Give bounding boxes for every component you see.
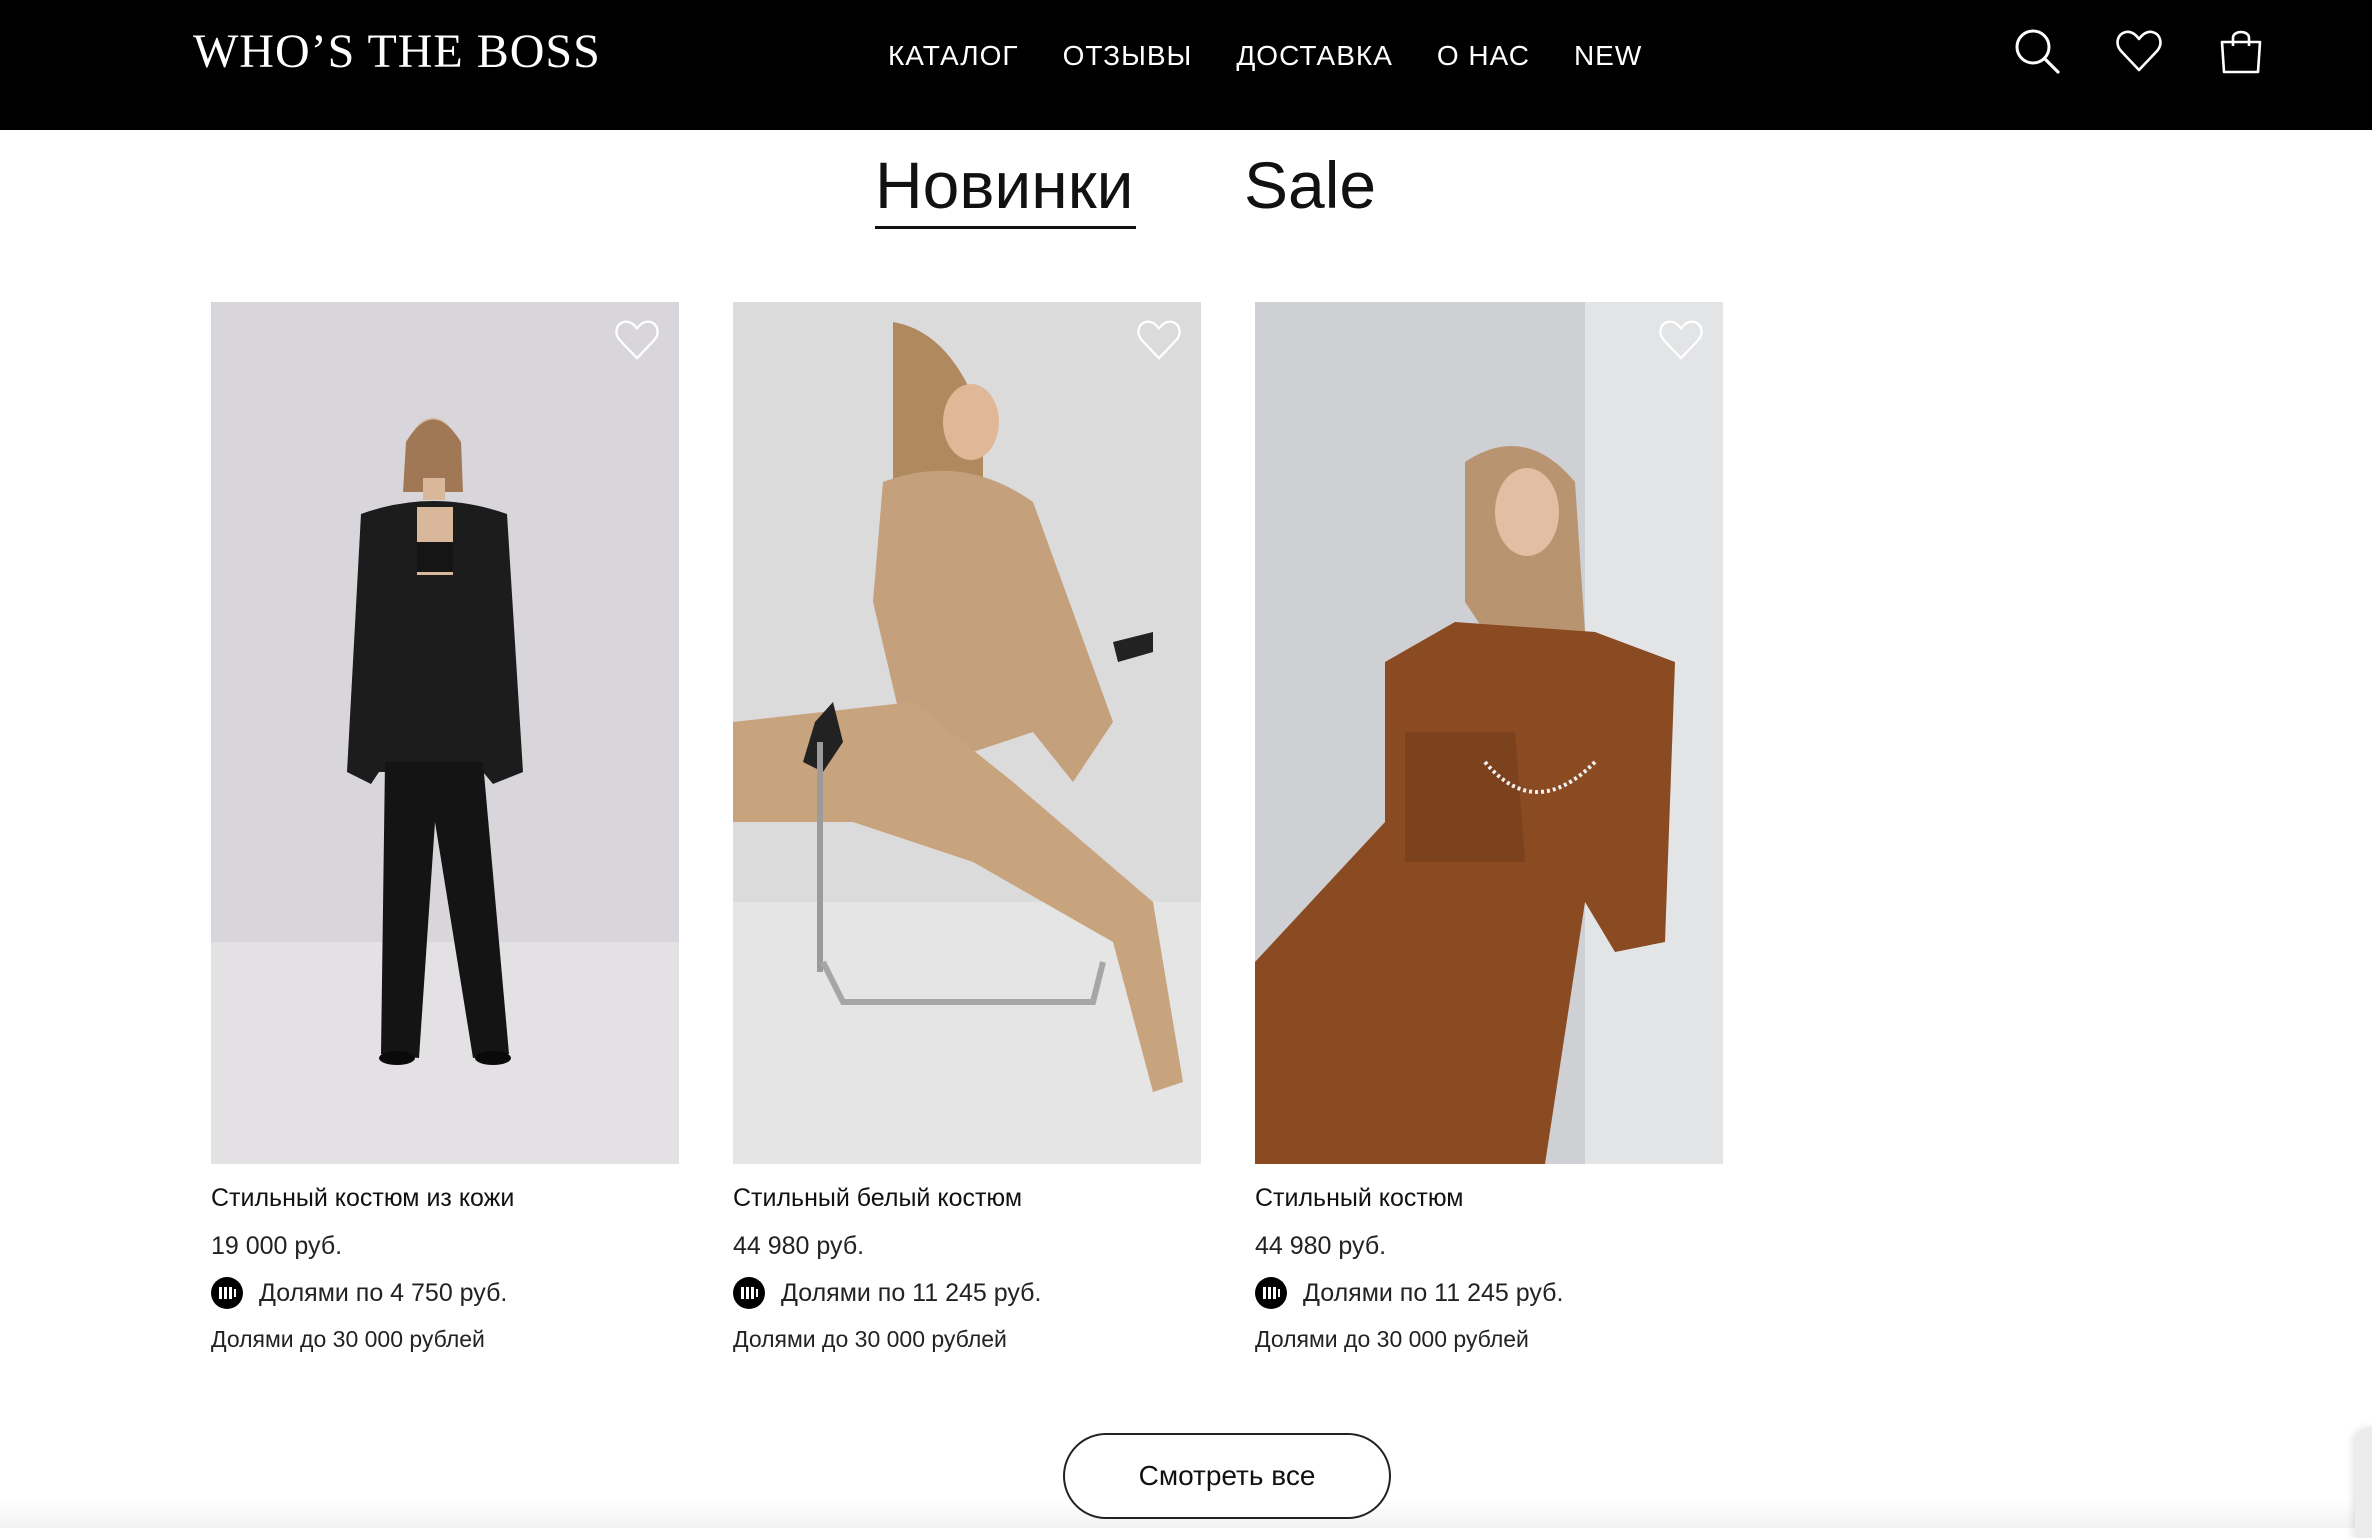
view-all-button[interactable]: Смотреть все xyxy=(1063,1433,1391,1519)
installment-text: Долями по 11 245 руб. xyxy=(781,1278,1042,1307)
main-nav: КАТАЛОГ ОТЗЫВЫ ДОСТАВКА О НАС NEW xyxy=(888,32,1642,80)
search-icon[interactable] xyxy=(2012,26,2062,76)
product-photo-beige-suit xyxy=(733,302,1201,1164)
dolyami-icon xyxy=(211,1277,243,1309)
product-image[interactable] xyxy=(733,302,1201,1164)
favorite-heart-icon[interactable] xyxy=(1657,316,1705,364)
product-price: 44 980 руб. xyxy=(1255,1232,1387,1260)
nav-item-delivery[interactable]: ДОСТАВКА xyxy=(1236,40,1393,72)
side-widget-tab[interactable] xyxy=(2355,1428,2372,1538)
installment-text: Долями по 4 750 руб. xyxy=(259,1278,508,1307)
installment-note: Долями до 30 000 рублей xyxy=(211,1326,485,1352)
product-card: Стильный костюм 44 980 руб. Долями по 11… xyxy=(1255,302,1723,1352)
installment-note: Долями до 30 000 рублей xyxy=(733,1326,1007,1352)
product-image[interactable] xyxy=(211,302,679,1164)
nav-item-about[interactable]: О НАС xyxy=(1437,40,1530,72)
dolyami-icon xyxy=(733,1277,765,1309)
installment-row: Долями по 11 245 руб. xyxy=(1255,1276,1563,1310)
nav-item-new[interactable]: NEW xyxy=(1574,40,1642,72)
brand-logo[interactable]: WHO’S THE BOSS xyxy=(193,22,601,82)
dolyami-icon xyxy=(1255,1277,1287,1309)
installment-text: Долями по 11 245 руб. xyxy=(1303,1278,1564,1307)
product-card: Стильный костюм из кожи 19 000 руб. Доля… xyxy=(211,302,679,1352)
installment-row: Долями по 11 245 руб. xyxy=(733,1276,1041,1310)
heart-icon[interactable] xyxy=(2114,26,2164,76)
tab-sale[interactable]: Sale xyxy=(1244,140,1376,230)
product-photo-brown-suit xyxy=(1255,302,1723,1164)
active-tab-indicator xyxy=(875,226,1136,229)
nav-item-reviews[interactable]: ОТЗЫВЫ xyxy=(1063,40,1193,72)
product-title[interactable]: Стильный костюм xyxy=(1255,1184,1464,1213)
shopping-bag-icon[interactable] xyxy=(2216,26,2266,76)
product-card: Стильный белый костюм 44 980 руб. Долями… xyxy=(733,302,1201,1352)
installment-note: Долями до 30 000 рублей xyxy=(1255,1326,1529,1352)
nav-item-catalog[interactable]: КАТАЛОГ xyxy=(888,40,1019,72)
product-title[interactable]: Стильный костюм из кожи xyxy=(211,1184,514,1213)
favorite-heart-icon[interactable] xyxy=(1135,316,1183,364)
tab-new-arrivals[interactable]: Новинки xyxy=(875,140,1134,230)
product-price: 44 980 руб. xyxy=(733,1232,865,1260)
product-title[interactable]: Стильный белый костюм xyxy=(733,1184,1022,1213)
site-header: WHO’S THE BOSS КАТАЛОГ ОТЗЫВЫ ДОСТАВКА О… xyxy=(0,0,2372,130)
installment-row: Долями по 4 750 руб. xyxy=(211,1276,507,1310)
product-image[interactable] xyxy=(1255,302,1723,1164)
product-photo-leather-suit xyxy=(211,302,679,1164)
favorite-heart-icon[interactable] xyxy=(613,316,661,364)
product-price: 19 000 руб. xyxy=(211,1232,343,1260)
